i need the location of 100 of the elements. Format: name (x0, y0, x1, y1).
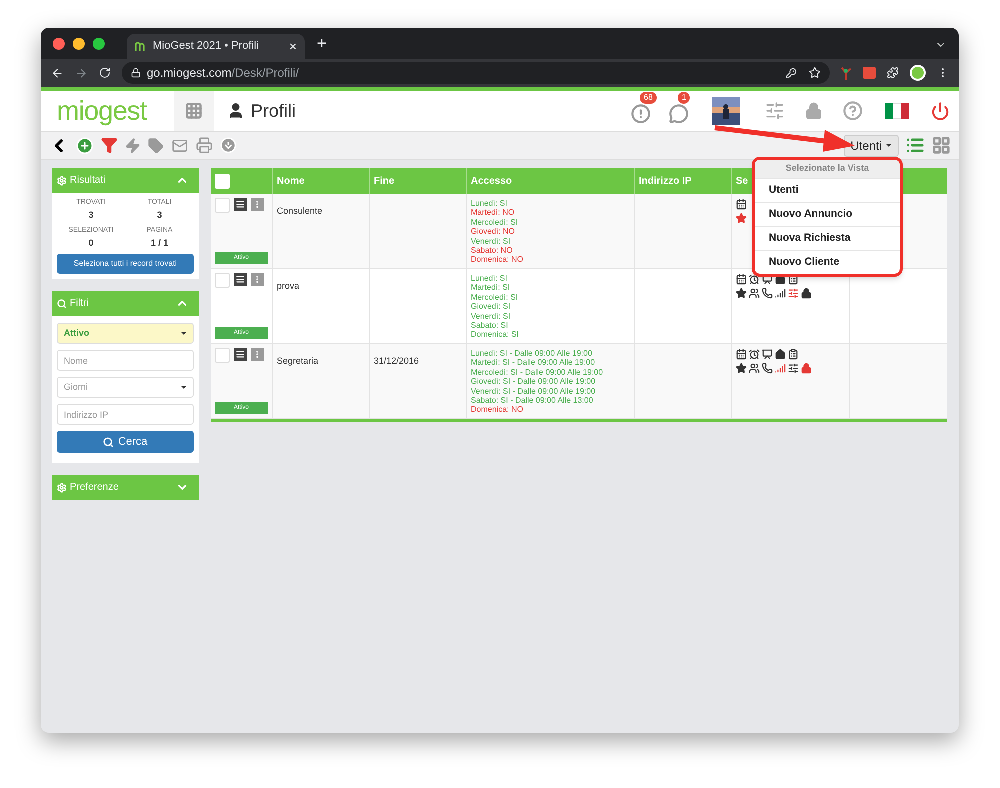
notification-badge: 68 (640, 92, 657, 104)
access-line: Giovedì: SI - Dalle 09:00 Alle 19:00 (471, 377, 597, 387)
access-line: Martedì: SI - Dalle 09:00 Alle 19:00 (471, 358, 596, 368)
access-line: Venerdì: SI - Dalle 09:00 Alle 19:00 (471, 386, 597, 396)
row-checkbox[interactable] (215, 198, 230, 213)
panel-title: Filtri (70, 297, 90, 311)
menu-item[interactable]: Nuovo Annuncio (755, 202, 900, 226)
table-cell: prova (277, 281, 300, 291)
details-button[interactable] (234, 348, 247, 361)
minimize-window-icon[interactable] (73, 38, 85, 50)
search-icon (57, 298, 67, 308)
apps-menu-button[interactable] (174, 91, 214, 131)
browser-tab[interactable]: MioGest 2021 • Profili × (127, 34, 305, 59)
grid-view-icon[interactable] (932, 136, 951, 155)
table-cell: 31/12/2016 (374, 356, 420, 366)
view-dropdown-button[interactable]: Utenti (844, 134, 899, 156)
more-button[interactable] (251, 273, 264, 286)
access-line: Martedì: SI (471, 283, 512, 293)
menu-header: Selezionate la Vista (755, 160, 900, 178)
lines-icon (236, 350, 245, 359)
download-icon[interactable] (220, 137, 237, 154)
reload-icon[interactable] (99, 67, 111, 79)
select-all-checkbox[interactable] (215, 174, 230, 188)
list-view-icon[interactable] (906, 136, 925, 155)
access-line: Mercoledì: SI - Dalle 09:00 Alle 19:00 (471, 368, 604, 378)
select-field[interactable]: Giorni (57, 377, 194, 398)
stat-value: 1 / 1 (150, 236, 170, 250)
forward-icon[interactable] (75, 66, 88, 80)
row-checkbox[interactable] (215, 348, 230, 363)
access-line: Lunedì: SI (471, 199, 508, 208)
tag-icon[interactable] (148, 138, 164, 154)
text-field[interactable]: Indirizzo IP (57, 404, 194, 425)
details-button[interactable] (234, 273, 247, 286)
url-text: go.miogest.com/Desk/Profili/ (147, 65, 300, 82)
power-icon[interactable] (931, 102, 950, 120)
favicon-icon (135, 42, 147, 52)
printer-icon[interactable] (196, 137, 213, 154)
address-field[interactable]: go.miogest.com/Desk/Profili/ (122, 62, 830, 84)
zoom-window-icon[interactable] (93, 38, 105, 50)
profile-avatar[interactable] (910, 65, 926, 81)
key-icon[interactable] (786, 68, 797, 78)
tab-close-button[interactable]: × (289, 36, 297, 56)
menu-item[interactable]: Nuovo Cliente (755, 250, 900, 274)
settings-sliders-icon[interactable] (765, 101, 785, 121)
user-icon (227, 102, 245, 120)
access-line: Lunedì: SI - Dalle 09:00 Alle 19:00 (471, 349, 594, 358)
access-line: Giovedì: NO (471, 227, 516, 237)
lines-icon (236, 200, 245, 209)
access-line: Venerdì: SI (471, 236, 512, 246)
stat-value: 3 (88, 208, 95, 222)
mail-icon[interactable] (171, 138, 189, 154)
menu-item[interactable]: Nuova Richiesta (755, 226, 900, 250)
access-line: Domenica: NO (471, 405, 524, 415)
menu-item[interactable]: Utenti (755, 178, 900, 202)
bookmark-star-icon[interactable] (809, 67, 821, 79)
select-field[interactable]: Attivo (57, 323, 194, 344)
access-line: Domenica: SI (471, 330, 520, 340)
row-checkbox[interactable] (215, 273, 230, 288)
access-line: Domenica: NO (471, 255, 524, 265)
apps-grid-icon (185, 102, 203, 120)
stat-value: 3 (156, 208, 164, 222)
search-icon (103, 436, 114, 448)
add-icon[interactable] (76, 136, 94, 154)
access-line: Sabato: SI - Dalle 09:00 Alle 13:00 (471, 396, 594, 406)
text-field[interactable]: Nome (57, 350, 194, 371)
new-tab-button[interactable]: + (317, 30, 327, 56)
lock-icon[interactable] (805, 102, 823, 120)
tab-title: MioGest 2021 • Profili (153, 39, 260, 54)
alert-icon[interactable] (631, 104, 651, 124)
extensions-icon[interactable] (887, 67, 899, 79)
lock-icon (131, 68, 141, 78)
filter-icon[interactable] (101, 137, 118, 154)
notification-badge: 1 (678, 92, 690, 104)
access-line: Mercoledì: SI (471, 292, 520, 302)
access-line: Venerdì: SI (471, 312, 512, 322)
italian-flag-icon[interactable] (885, 103, 909, 119)
access-line: Sabato: SI (471, 321, 510, 330)
access-line: Lunedì: SI (471, 274, 508, 284)
close-window-icon[interactable] (53, 38, 65, 50)
bolt-icon[interactable] (125, 138, 141, 154)
access-line: Mercoledì: SI (471, 218, 520, 228)
table-cell: Consulente (277, 206, 323, 216)
stat-value: 0 (88, 236, 95, 250)
panel-title: Preferenze (70, 481, 120, 495)
chat-icon[interactable] (669, 104, 689, 124)
access-line: Sabato: NO (471, 246, 514, 256)
lines-icon (236, 275, 245, 284)
select-all-button[interactable]: Seleziona tutti i record trovati (57, 254, 194, 274)
extension-icon[interactable] (841, 66, 852, 80)
access-line: Martedì: NO (471, 208, 516, 218)
gear-icon (57, 482, 67, 492)
details-button[interactable] (234, 198, 247, 211)
more-button[interactable] (251, 348, 264, 361)
back-icon[interactable] (51, 66, 64, 80)
help-icon[interactable] (843, 101, 863, 121)
more-button[interactable] (251, 198, 264, 211)
gear-icon (57, 176, 67, 186)
search-button[interactable]: Cerca (57, 431, 194, 453)
panel-title: Risultati (70, 174, 107, 188)
access-line: Giovedì: SI (471, 302, 512, 312)
